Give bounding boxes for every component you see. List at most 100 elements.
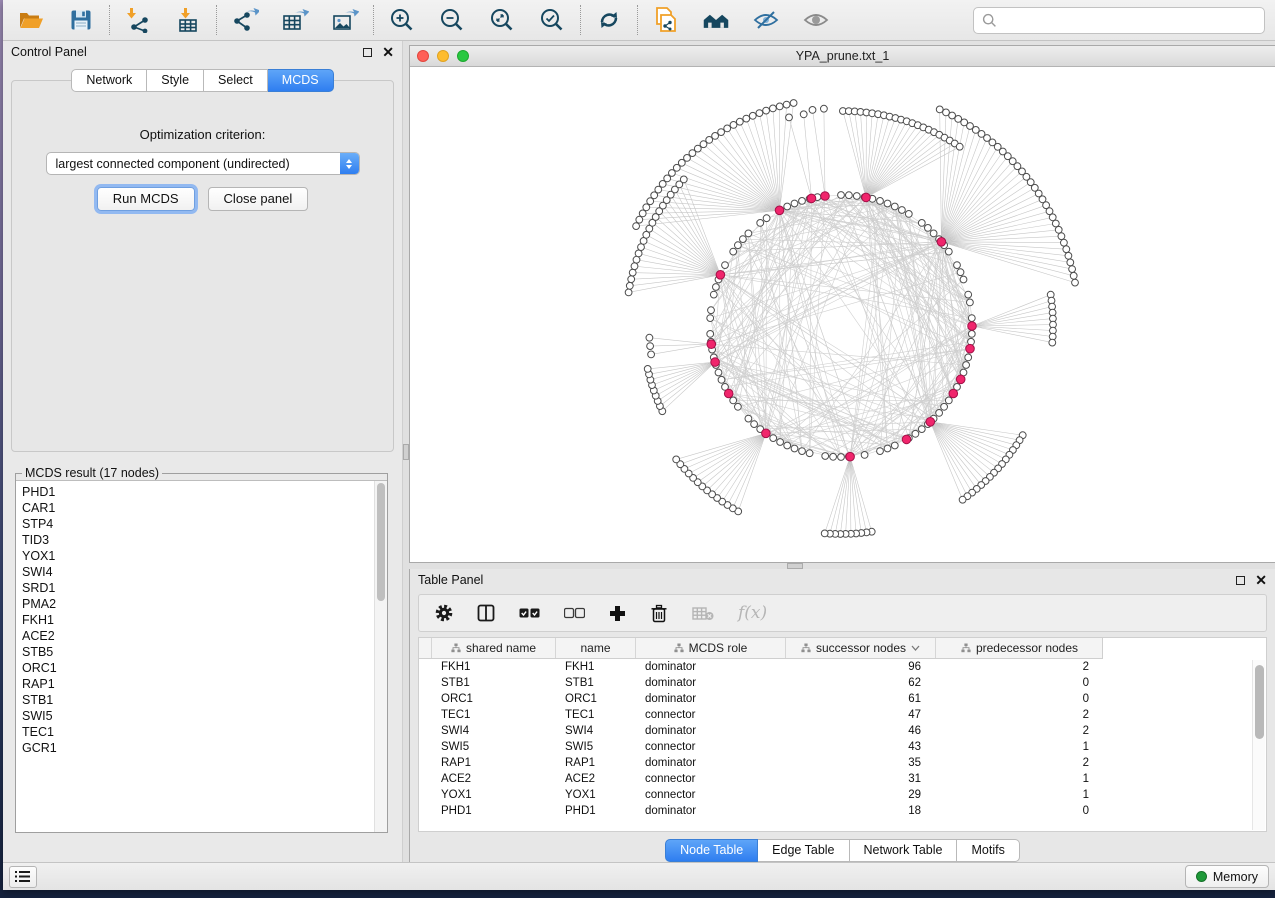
result-node[interactable]: TEC1 [22,724,374,740]
tab-mcds[interactable]: MCDS [268,69,334,92]
table-cell: PHD1 [555,803,635,819]
result-scrollbar[interactable] [374,481,387,832]
table-row[interactable]: ACE2ACE2connector311 [419,771,1103,787]
result-node[interactable]: YOX1 [22,548,374,564]
zoom-in-button[interactable] [388,6,416,34]
tab-network[interactable]: Network [71,69,147,92]
open-folder-icon [18,8,44,32]
column-header-successor-nodes[interactable]: successor nodes [785,638,935,658]
close-panel-button[interactable]: Close panel [208,187,309,211]
search-input[interactable] [1003,13,1256,27]
column-label: shared name [466,641,536,655]
float-panel-icon[interactable] [363,48,372,57]
zoom-selected-button[interactable] [538,6,566,34]
deselect-all-button[interactable] [564,607,585,620]
result-node[interactable]: PHD1 [22,484,374,500]
zoom-fit-button[interactable] [488,6,516,34]
save-session-button[interactable] [67,6,95,34]
result-node[interactable]: SWI4 [22,564,374,580]
result-node[interactable]: TID3 [22,532,374,548]
network-graph [410,67,1274,561]
table-row[interactable]: SWI4SWI4dominator462 [419,723,1103,739]
table-cell: RAP1 [431,755,555,771]
export-network-button[interactable] [231,6,259,34]
table-cell: 0 [935,675,1103,691]
result-node[interactable]: SWI5 [22,708,374,724]
task-history-button[interactable] [9,866,37,888]
add-column-button[interactable] [609,605,626,622]
table-panel-header: Table Panel ✕ [410,569,1275,591]
node-table: shared name name MCDS rolesuccessor nodesp… [418,637,1267,832]
result-node[interactable]: RAP1 [22,676,374,692]
tab-edge-table[interactable]: Edge Table [758,839,849,862]
hide-selected-button[interactable] [752,6,780,34]
memory-button[interactable]: Memory [1185,865,1269,888]
zoom-out-button[interactable] [438,6,466,34]
plus-icon [609,605,626,622]
show-columns-button[interactable] [477,604,495,622]
result-node[interactable]: STB1 [22,692,374,708]
select-all-button[interactable] [519,607,540,620]
column-header-MCDS-role[interactable]: MCDS role [635,638,785,658]
refresh-button[interactable] [595,6,623,34]
close-table-panel-icon[interactable]: ✕ [1255,573,1267,587]
clone-network-button[interactable] [652,6,680,34]
result-node[interactable]: STP4 [22,516,374,532]
table-row[interactable]: RAP1RAP1dominator352 [419,755,1103,771]
tab-select[interactable]: Select [204,69,268,92]
table-row[interactable]: ORC1ORC1dominator610 [419,691,1103,707]
show-all-button[interactable] [802,6,830,34]
table-cell: TEC1 [431,707,555,723]
tab-style[interactable]: Style [147,69,204,92]
column-label: name [580,641,610,655]
table-splitter[interactable] [409,563,1275,569]
open-file-button[interactable] [17,6,45,34]
result-node[interactable]: STB5 [22,644,374,660]
table-row[interactable]: YOX1YOX1connector291 [419,787,1103,803]
table-scrollbar[interactable] [1252,660,1265,830]
table-cell: ACE2 [555,771,635,787]
criterion-dropdown[interactable]: largest connected component (undirected) [46,152,360,175]
result-node[interactable]: PMA2 [22,596,374,612]
table-cell: 29 [785,787,935,803]
table-cell: SWI4 [431,723,555,739]
tab-node-table[interactable]: Node Table [665,839,758,862]
result-node[interactable]: GCR1 [22,740,374,756]
table-row[interactable]: STB1STB1dominator620 [419,675,1103,691]
deselect-all-icon [564,607,585,620]
result-node[interactable]: FKH1 [22,612,374,628]
table-row[interactable]: PHD1PHD1dominator180 [419,803,1103,819]
close-panel-icon[interactable]: ✕ [382,45,394,59]
table-tabs: Node TableEdge TableNetwork TableMotifs [410,832,1275,862]
network-canvas[interactable] [410,67,1275,562]
tab-network-table[interactable]: Network Table [850,839,958,862]
column-header-name[interactable]: name [555,638,635,658]
delete-column-button[interactable] [650,604,668,623]
table-row[interactable]: TEC1TEC1connector472 [419,707,1103,723]
float-table-panel-icon[interactable] [1236,576,1245,585]
export-table-button[interactable] [281,6,309,34]
table-row[interactable]: FKH1FKH1dominator962 [419,659,1103,675]
import-table-button[interactable] [174,6,202,34]
result-node[interactable]: SRD1 [22,580,374,596]
first-neighbors-button[interactable] [702,6,730,34]
result-node[interactable]: ORC1 [22,660,374,676]
import-network-button[interactable] [124,6,152,34]
table-cell: ORC1 [555,691,635,707]
mcds-result-list[interactable]: PHD1CAR1STP4TID3YOX1SWI4SRD1PMA2FKH1ACE2… [16,481,374,832]
table-row[interactable]: SWI5SWI5connector431 [419,739,1103,755]
column-header-predecessor-nodes[interactable]: predecessor nodes [935,638,1103,658]
export-image-button[interactable] [331,6,359,34]
panel-splitter[interactable] [403,41,409,862]
column-header-shared-name[interactable]: shared name [431,638,555,658]
memory-status-icon [1196,871,1207,882]
search-icon [982,13,997,28]
result-node[interactable]: ACE2 [22,628,374,644]
main-toolbar [3,0,1275,41]
result-node[interactable]: CAR1 [22,500,374,516]
apply-function-button[interactable]: f(x) [738,603,767,623]
table-options-gear-button[interactable] [435,604,453,622]
delete-table-button[interactable] [692,606,714,621]
tab-motifs[interactable]: Motifs [957,839,1019,862]
run-mcds-button[interactable]: Run MCDS [97,187,195,211]
